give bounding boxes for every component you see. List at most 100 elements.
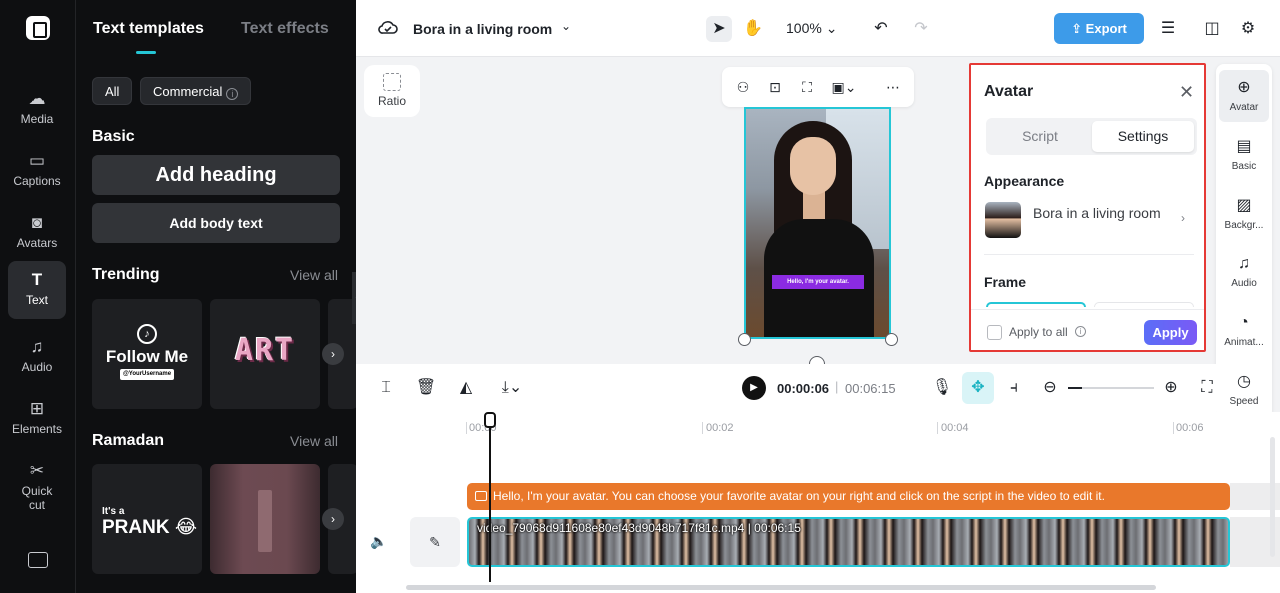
apply-to-all-checkbox[interactable] — [987, 325, 1002, 340]
app-logo[interactable] — [26, 16, 50, 40]
rail-background[interactable]: ▨ Backgr... — [1219, 188, 1269, 240]
tab-script[interactable]: Script — [989, 121, 1091, 152]
active-tab-indicator — [136, 51, 156, 54]
captions-icon: ▭ — [28, 151, 46, 170]
chevron-right-icon[interactable]: › — [1181, 211, 1185, 225]
nav-text[interactable]: T Text — [8, 261, 66, 319]
fit-icon[interactable]: ⛶ — [1198, 377, 1216, 399]
filter-all-chip[interactable]: All — [92, 77, 133, 105]
template-room[interactable] — [210, 464, 320, 574]
trending-view-all-link[interactable]: View all — [290, 267, 338, 283]
nav-captions[interactable]: ▭ Captions — [8, 142, 66, 200]
layers-icon: ☰ — [1160, 20, 1176, 37]
film-icon: ▤ — [1236, 138, 1252, 155]
nav-elements[interactable]: ⊞ Elements — [8, 390, 66, 448]
rail-audio[interactable]: ♫ Audio — [1219, 246, 1269, 298]
video-preview[interactable]: Hello, I'm your avatar. — [744, 107, 891, 339]
nav-quick-cut[interactable]: ✂ Quick cut — [8, 452, 66, 516]
ratio-button[interactable]: Ratio — [364, 65, 420, 117]
text-clip[interactable]: Hello, I'm your avatar. You can choose y… — [467, 483, 1230, 510]
playhead[interactable] — [489, 412, 491, 582]
replace-image-icon[interactable]: ⊡ — [764, 77, 786, 97]
avatar-thumbnail[interactable] — [985, 202, 1021, 238]
template-prank[interactable]: It's a PRANK 😂 — [92, 464, 202, 574]
project-title[interactable]: Bora in a living room — [413, 21, 552, 37]
rail-basic[interactable]: ▤ Basic — [1219, 129, 1269, 181]
redo-button[interactable]: ↷ — [908, 16, 934, 42]
tick-label: 00:06 — [1176, 422, 1204, 434]
video-clip[interactable]: video_79068d911608e80ef43d9048b717f81c.m… — [467, 517, 1230, 567]
edit-cover-button[interactable]: ✎ — [410, 517, 460, 567]
settings-button[interactable]: ⚙ — [1235, 16, 1261, 42]
chevron-down-icon[interactable]: ⌄ — [561, 19, 571, 33]
tick-label: 00:04 — [941, 422, 969, 434]
gear-icon: ⚙ — [1240, 20, 1256, 37]
crop-icon[interactable]: ⛶ — [796, 77, 818, 97]
nav-audio[interactable]: ♫ Audio — [8, 328, 66, 386]
info-icon[interactable]: i — [1075, 326, 1086, 337]
playhead-handle[interactable] — [484, 412, 496, 428]
volume-icon[interactable]: 🔈 — [370, 533, 387, 550]
tick-line — [1173, 422, 1174, 434]
nav-avatars[interactable]: ◙ Avatars — [8, 204, 66, 262]
snap-icon: ✥ — [971, 379, 985, 396]
text-icon: T — [31, 270, 43, 289]
rail-avatar[interactable]: ⊕ Avatar — [1219, 70, 1269, 122]
video-caption[interactable]: Hello, I'm your avatar. — [772, 275, 864, 289]
avatar-panel-title: Avatar — [984, 83, 1034, 100]
hand-tool-button[interactable]: ✋ — [740, 16, 766, 42]
timeline-zoom-slider[interactable] — [1068, 387, 1154, 389]
keyboard-icon[interactable] — [28, 552, 48, 568]
tick-line — [937, 422, 938, 434]
remove-background-icon[interactable]: ⚇ — [732, 77, 754, 97]
delete-icon[interactable]: 🗑 — [415, 377, 437, 399]
select-tool-button[interactable]: ➤ — [706, 16, 732, 42]
add-heading-button[interactable]: Add heading — [92, 155, 340, 195]
avatar-name[interactable]: Bora in a living room — [1033, 205, 1163, 221]
divider — [984, 254, 1194, 255]
apply-button[interactable]: Apply — [1144, 320, 1197, 345]
resize-handle-bottom-left[interactable] — [738, 333, 751, 346]
timeline-vertical-scrollbar[interactable] — [1270, 437, 1275, 557]
split-icon[interactable]: ⌶ — [375, 377, 397, 399]
zoom-out-icon[interactable]: ⊖ — [1039, 377, 1061, 399]
export-button[interactable]: ⇪ Export — [1054, 13, 1144, 44]
resize-handle-bottom-right[interactable] — [885, 333, 898, 346]
download-dropdown-icon[interactable]: ⤓⌄ — [495, 377, 529, 399]
timeline-horizontal-scrollbar[interactable] — [406, 585, 1156, 590]
layers-button[interactable]: ☰ — [1155, 16, 1181, 42]
more-icon[interactable]: ⋯ — [882, 77, 904, 97]
add-body-text-button[interactable]: Add body text — [92, 203, 340, 243]
play-button[interactable]: ▶ — [742, 376, 766, 400]
frame-option-2[interactable] — [1094, 302, 1194, 307]
flip-icon[interactable]: ◭ — [455, 377, 477, 399]
tab-text-templates[interactable]: Text templates — [93, 20, 204, 38]
zoom-dropdown[interactable]: 100% ⌄ — [786, 20, 837, 37]
rail-speed[interactable]: ◷ Speed — [1219, 364, 1269, 416]
layout-button[interactable]: ◫ — [1199, 16, 1225, 42]
tab-settings[interactable]: Settings — [1092, 121, 1194, 152]
split-screen-icon[interactable]: ⫞ — [1003, 377, 1025, 399]
right-tool-rail: ⊕ Avatar ▤ Basic ▨ Backgr... ♫ Audio ◔ A… — [1216, 64, 1272, 419]
undo-button[interactable]: ↶ — [868, 16, 894, 42]
template-art[interactable]: ART — [210, 299, 320, 409]
ramadan-view-all-link[interactable]: View all — [290, 433, 338, 449]
tab-text-effects[interactable]: Text effects — [241, 20, 329, 38]
zoom-in-icon[interactable]: ⊕ — [1160, 377, 1182, 399]
filter-commercial-chip[interactable]: Commercial i — [140, 77, 252, 105]
mask-dropdown-icon[interactable]: ▣⌄ — [828, 77, 860, 97]
auto-snap-button[interactable]: ✥ — [962, 372, 994, 404]
frame-option-1[interactable] — [986, 302, 1086, 307]
text-clip-icon — [475, 491, 487, 501]
template-follow-me[interactable]: ♪ Follow Me @YourUsername — [92, 299, 202, 409]
ramadan-next-arrow[interactable]: › — [322, 508, 344, 530]
chevron-down-icon: ⌄ — [825, 20, 838, 36]
nav-media[interactable]: ☁ Media — [8, 80, 66, 138]
animation-icon: ◔ — [1239, 314, 1249, 331]
rail-animation[interactable]: ◔ Animat... — [1219, 305, 1269, 357]
microphone-icon[interactable]: 🎙 — [931, 377, 953, 399]
ratio-icon — [383, 73, 401, 91]
close-icon[interactable]: ✕ — [1179, 83, 1194, 101]
avatar-panel-footer: Apply to all i Apply — [971, 309, 1204, 350]
trending-next-arrow[interactable]: › — [322, 343, 344, 365]
